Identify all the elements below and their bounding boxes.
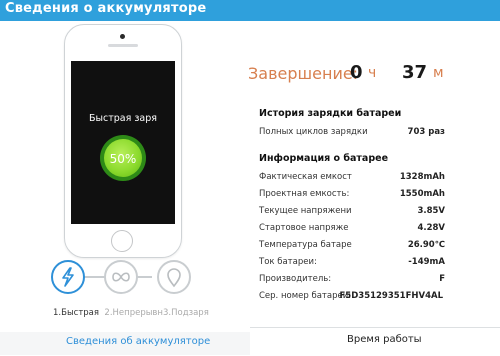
info-key: Текущее напряжени: [259, 206, 352, 216]
info-key: Производитель:: [259, 274, 332, 284]
fast-charge-mode-button[interactable]: [51, 260, 85, 294]
title-bar: Сведения о аккумуляторе: [0, 0, 500, 21]
completion-hours-unit: ч: [368, 65, 377, 81]
info-key: Проектная емкость:: [259, 189, 350, 199]
completion-hours: 0: [350, 62, 363, 83]
info-row: Сер. номер батареи: F5D35129351FHV4AL: [259, 291, 445, 305]
charge-mode-label: Быстрая заря: [89, 113, 157, 124]
uptime-tab[interactable]: Время работы: [250, 327, 500, 356]
mode-label-continuous: 2.Непрерывн: [104, 308, 163, 318]
info-value: 1550mAh: [399, 189, 445, 199]
mode-label-trickle: 3.Подзаря: [163, 308, 209, 318]
info-key: Сер. номер батареи:: [259, 291, 352, 301]
phone-camera: [120, 34, 125, 39]
battery-percent: 50%: [109, 152, 137, 166]
history-section-title: История зарядки батареи: [259, 108, 402, 119]
battery-level-indicator: 50%: [100, 135, 146, 181]
info-value: F5D35129351FHV4AL: [339, 291, 444, 301]
info-row: Температура батаре 26.90℃: [259, 240, 445, 254]
battery-details-tab[interactable]: Сведения об аккумуляторе: [0, 332, 250, 355]
completion-minutes: 37: [402, 62, 428, 83]
trickle-mode-button[interactable]: [157, 260, 191, 294]
infinity-icon: [112, 272, 130, 282]
uptime-tab-label: Время работы: [347, 334, 422, 345]
info-key: Стартовое напряже: [259, 223, 349, 233]
completion-minutes-unit: м: [433, 65, 444, 81]
battery-details-tab-label: Сведения об аккумуляторе: [66, 336, 211, 347]
phone-speaker: [108, 44, 138, 47]
phone-illustration: Быстрая заря 50%: [64, 24, 182, 258]
info-row: Фактическая емкост 1328mAh: [259, 172, 445, 186]
info-key: Полных циклов зарядки: [259, 127, 368, 137]
info-value: 703 раз: [407, 127, 445, 137]
info-value: 4.28V: [417, 223, 445, 233]
info-row: Полных циклов зарядки 703 раз: [259, 127, 445, 141]
location-pin-icon: [167, 268, 181, 288]
info-row: Стартовое напряже 4.28V: [259, 223, 445, 237]
info-key: Температура батаре: [259, 240, 352, 250]
lightning-icon: [62, 267, 74, 287]
phone-screen: Быстрая заря 50%: [71, 61, 175, 224]
info-value: F: [439, 274, 445, 284]
info-row: Производитель: F: [259, 274, 445, 288]
info-value: 26.90℃: [407, 240, 445, 250]
info-value: 3.85V: [417, 206, 445, 216]
info-value: 1328mAh: [399, 172, 445, 182]
battery-info-section-title: Информация о батарее: [259, 153, 389, 164]
window-title: Сведения о аккумуляторе: [5, 1, 207, 16]
info-key: Фактическая емкост: [259, 172, 352, 182]
mode-label-fast: 1.Быстрая: [53, 308, 99, 318]
info-row: Текущее напряжени 3.85V: [259, 206, 445, 220]
completion-label: Завершение:: [248, 64, 359, 83]
info-row: Ток батареи: -149mA: [259, 257, 445, 271]
info-key: Ток батареи:: [259, 257, 317, 267]
info-value: -149mA: [408, 257, 445, 267]
mode-labels: 1.Быстрая 2.Непрерывн3.Подзаря: [53, 308, 209, 318]
phone-home-button: [111, 230, 133, 252]
continuous-mode-button[interactable]: [104, 260, 138, 294]
info-row: Проектная емкость: 1550mAh: [259, 189, 445, 203]
